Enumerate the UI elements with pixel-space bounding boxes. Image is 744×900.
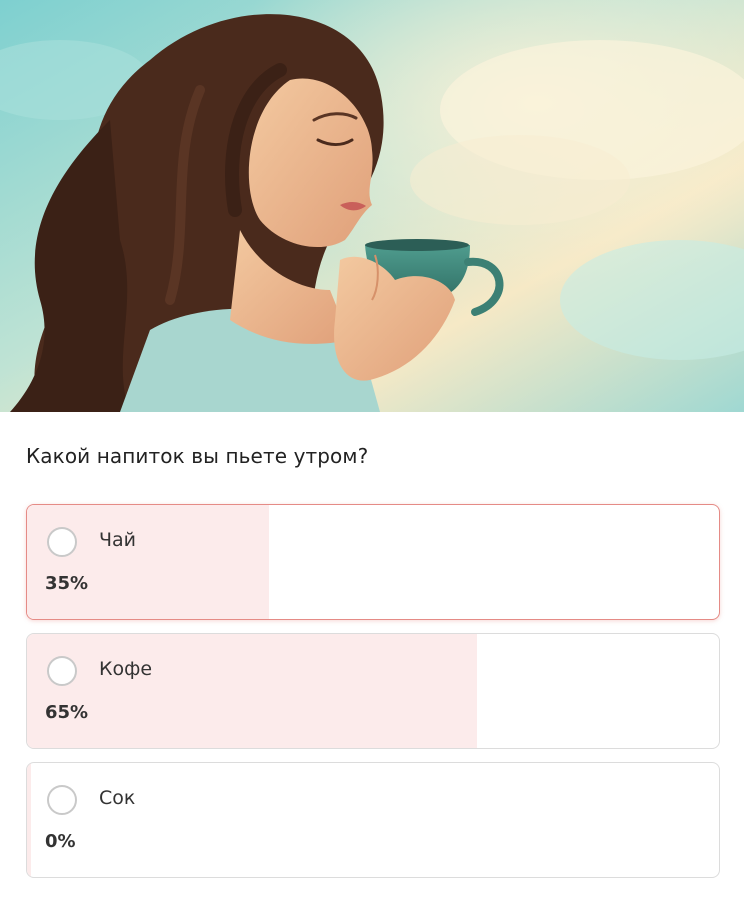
poll-option-juice[interactable]: Сок 0% (26, 762, 720, 878)
illustration-woman-with-cup (0, 0, 744, 412)
poll-question: Какой напиток вы пьете утром? (26, 444, 369, 468)
radio-button[interactable] (47, 527, 77, 557)
option-percent: 65% (45, 702, 89, 723)
result-bar (27, 505, 270, 619)
result-bar (27, 763, 32, 877)
option-label: Чай (99, 529, 137, 551)
poll-option-coffee[interactable]: Кофе 65% (26, 633, 720, 749)
hero-image (0, 0, 744, 412)
option-label: Кофе (99, 658, 153, 680)
poll-option-tea[interactable]: Чай 35% (26, 504, 720, 620)
option-percent: 0% (45, 831, 76, 852)
option-label: Сок (99, 787, 136, 809)
result-bar (27, 634, 477, 748)
radio-button[interactable] (47, 656, 77, 686)
radio-button[interactable] (47, 785, 77, 815)
option-percent: 35% (45, 573, 89, 594)
